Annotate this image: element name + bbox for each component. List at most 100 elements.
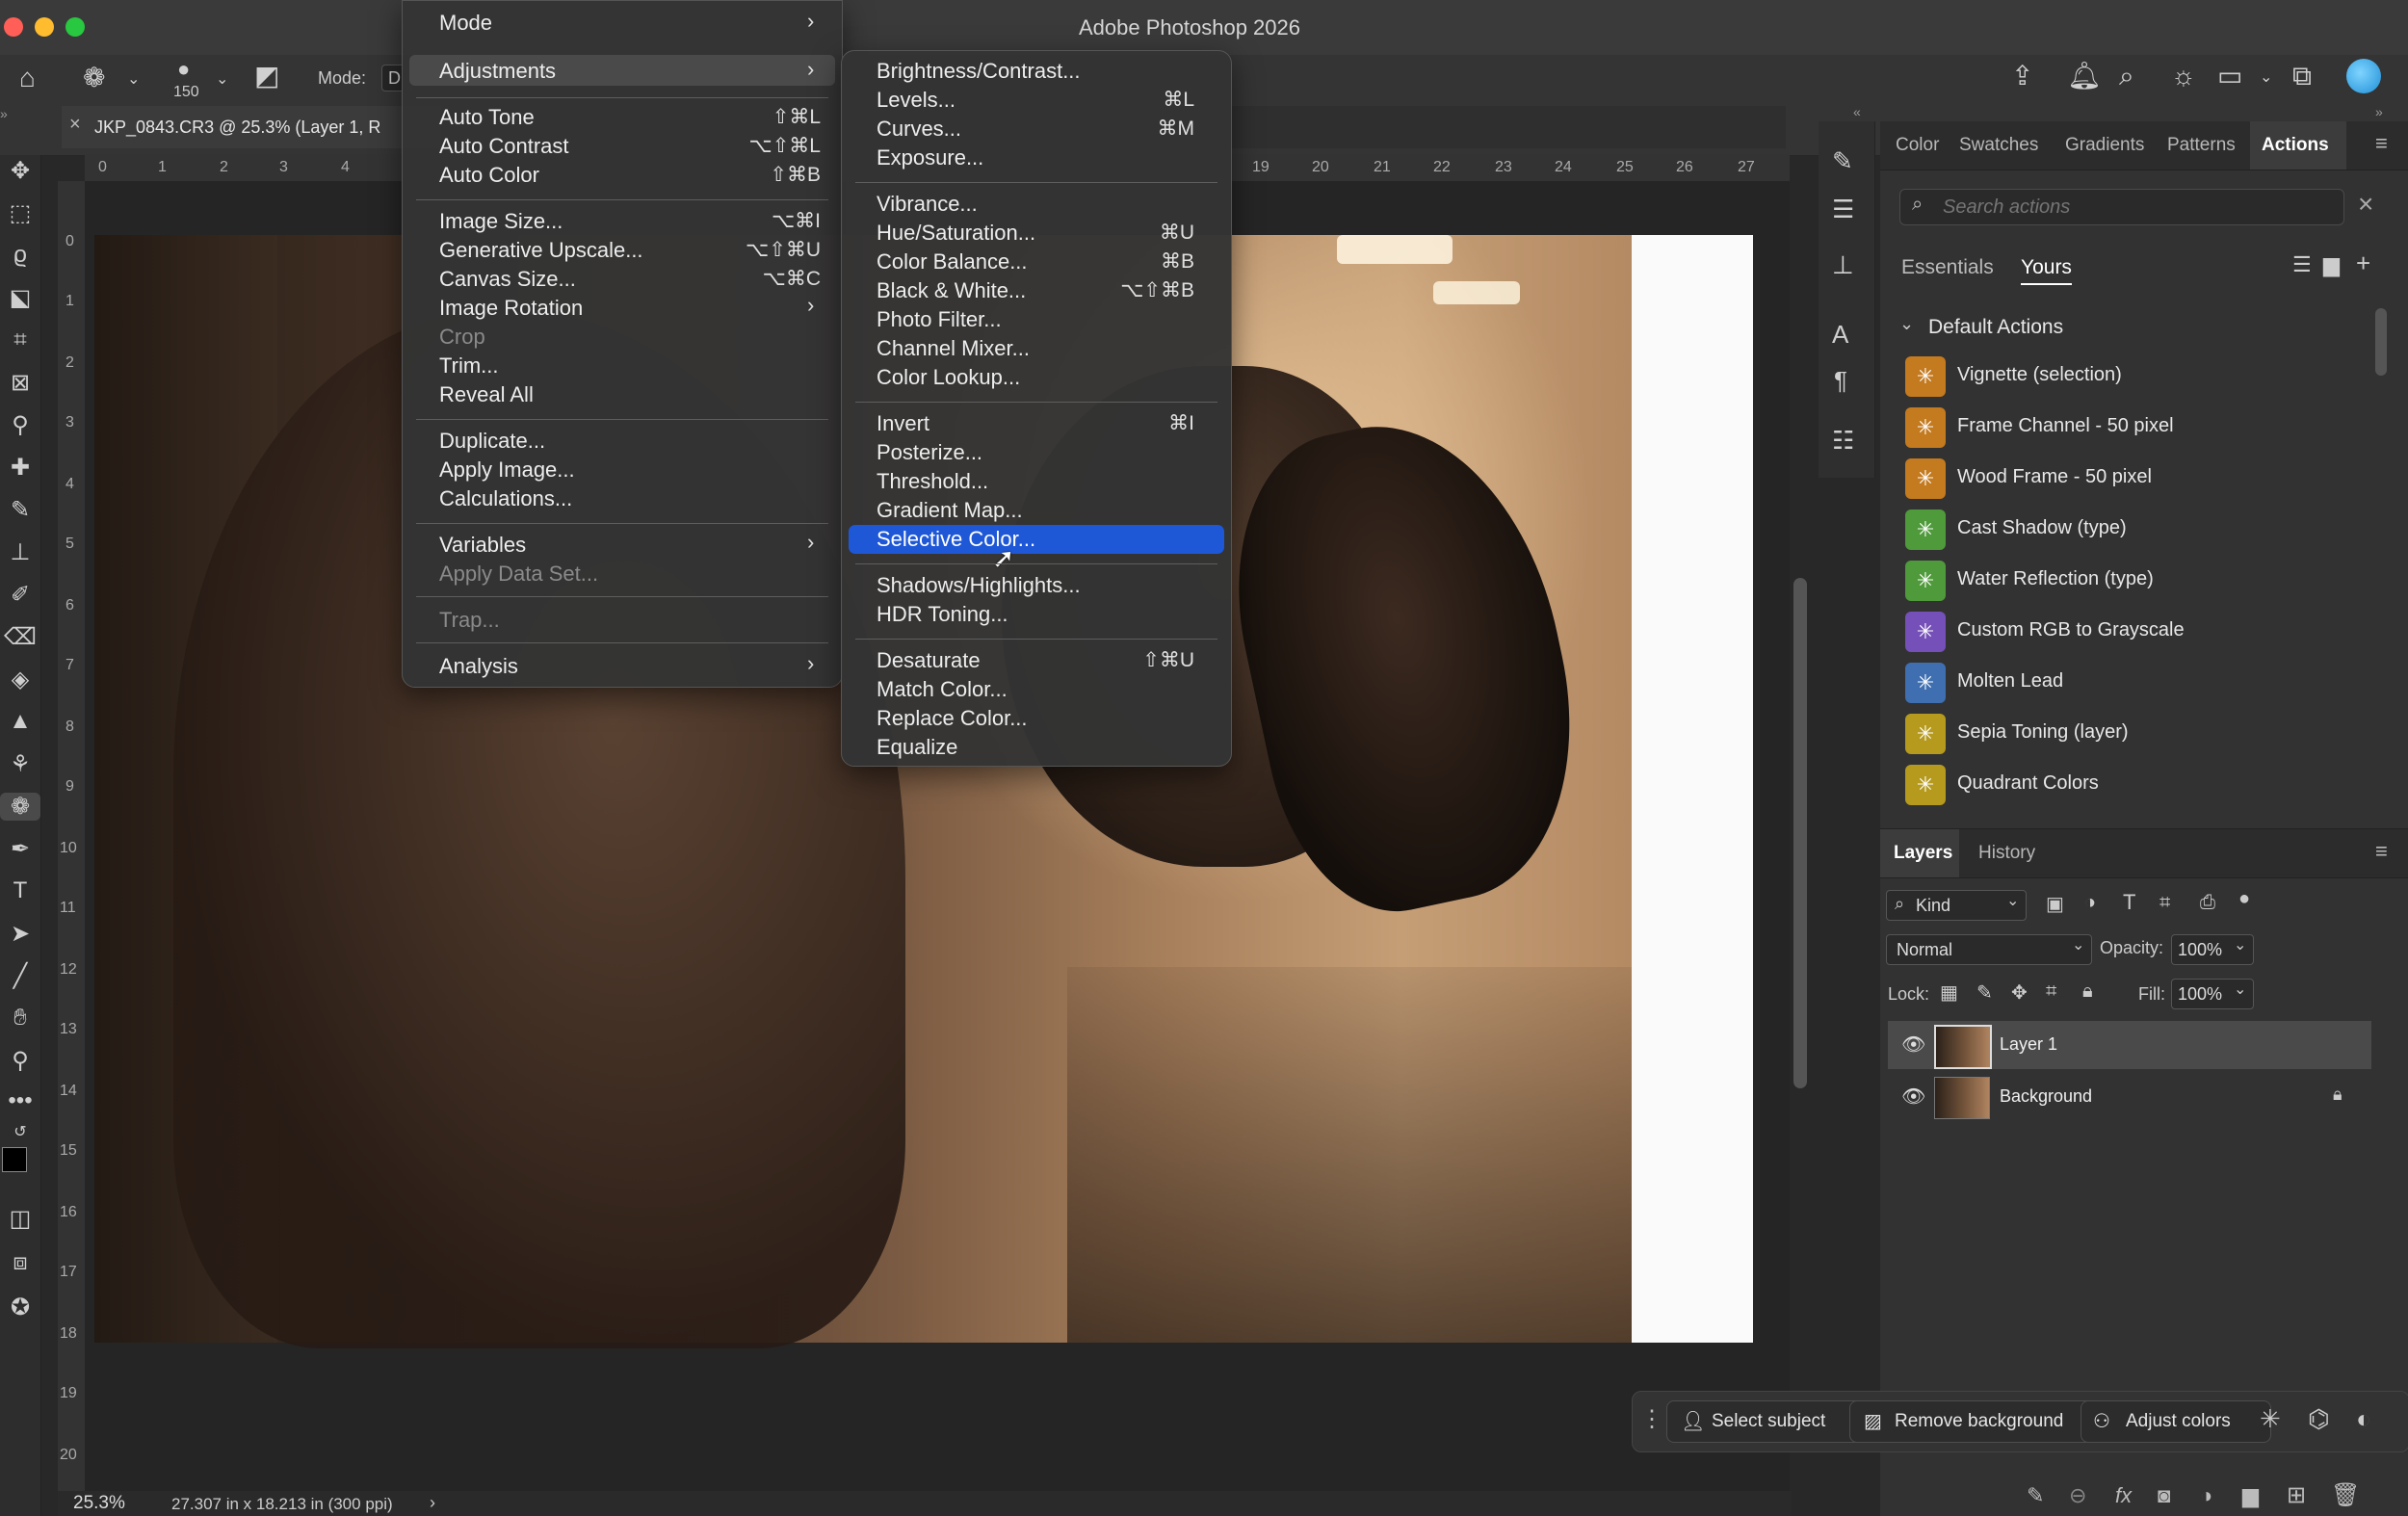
frame-tool-icon[interactable]: ⊠ — [0, 369, 40, 397]
character-panel-icon[interactable]: A — [1832, 322, 1848, 347]
panel-menu-icon[interactable]: ≡ — [2375, 131, 2388, 156]
lock-all-icon[interactable]: 🔒︎ — [2082, 980, 2093, 1003]
menu-item-duplicate[interactable]: Duplicate... — [439, 429, 545, 454]
generative-icon[interactable]: ✪ — [0, 1294, 40, 1321]
new-layer-icon[interactable]: ⊞ — [2287, 1481, 2306, 1509]
tab-layers[interactable]: Layers — [1894, 843, 1952, 864]
action-item[interactable]: ✳ Wood Frame - 50 pixel — [1905, 455, 2358, 503]
menu-item-color-balance[interactable]: Color Balance... — [877, 249, 1028, 274]
menu-item-hue-saturation[interactable]: Hue/Saturation... — [877, 221, 1035, 246]
menu-item-image-rotation[interactable]: Image Rotation — [439, 296, 583, 321]
menu-item-brightness-contrast[interactable]: Brightness/Contrast... — [877, 59, 1081, 84]
healing-brush-tool-icon[interactable]: ✚ — [0, 454, 40, 482]
foreground-color-swatch[interactable] — [2, 1147, 27, 1172]
lasso-tool-icon[interactable]: ϱ — [0, 242, 40, 269]
blend-mode-select[interactable]: Normal ⌄ — [1886, 934, 2092, 965]
more-tools-icon[interactable]: ••• — [0, 1087, 40, 1114]
link-layers-icon[interactable]: ⊖ — [2069, 1483, 2086, 1508]
menu-item-posterize[interactable]: Posterize... — [877, 440, 982, 465]
eye-icon[interactable]: 👁︎ — [1901, 1032, 1925, 1057]
generative-layer-icon[interactable]: ✎ — [2027, 1483, 2044, 1508]
document-tab[interactable]: JKP_0843.CR3 @ 25.3% (Layer 1, R — [62, 106, 441, 148]
brush-tool-icon[interactable]: ✎ — [0, 496, 40, 524]
hand-tool-icon[interactable]: ✋︎ — [0, 1005, 40, 1032]
lock-artboard-icon[interactable]: ⌗ — [2046, 980, 2056, 1003]
screen-mode-icon[interactable]: ⧈ — [0, 1249, 40, 1276]
action-item[interactable]: ✳ Molten Lead — [1905, 659, 2358, 707]
list-view-icon[interactable]: ☰ — [2292, 252, 2312, 277]
menu-item-match-color[interactable]: Match Color... — [877, 677, 1008, 702]
eraser-tool-icon[interactable]: ⌫ — [0, 623, 40, 651]
chevron-right-icon[interactable]: › — [430, 1493, 435, 1513]
drag-handle-icon[interactable]: ⋮ — [1640, 1405, 1663, 1433]
menu-item-shadows-highlights[interactable]: Shadows/Highlights... — [877, 573, 1081, 598]
search-actions-input[interactable] — [1941, 194, 2330, 221]
chevron-down-icon[interactable]: ⌄ — [216, 72, 228, 88]
adjust-colors-button[interactable]: ⚇ Adjust colors — [2081, 1400, 2271, 1443]
eyedropper-tool-icon[interactable]: ⚲ — [0, 411, 40, 439]
menu-item-desaturate[interactable]: Desaturate — [877, 648, 981, 673]
menu-item-curves[interactable]: Curves... — [877, 117, 961, 142]
tab-swatches[interactable]: Swatches — [1959, 135, 2038, 156]
menu-item-vibrance[interactable]: Vibrance... — [877, 192, 978, 217]
vertical-scrollbar[interactable] — [1793, 578, 1807, 1088]
opacity-field[interactable]: 100% ⌄ — [2171, 934, 2254, 965]
workspace-icon[interactable]: ▭ — [2217, 63, 2242, 90]
action-item[interactable]: ✳ Cast Shadow (type) — [1905, 506, 2358, 554]
generative-sparkle-icon[interactable]: ✳ — [2260, 1404, 2281, 1434]
path-selection-tool-icon[interactable]: ➤ — [0, 920, 40, 948]
paint-bucket-tool-icon[interactable]: ◈ — [0, 666, 40, 693]
select-subject-button[interactable]: 👤︎ Select subject — [1666, 1400, 1878, 1443]
move-tool-icon[interactable]: ✥ — [0, 157, 40, 185]
menu-item-hdr-toning[interactable]: HDR Toning... — [877, 602, 1008, 627]
clone-source-panel-icon[interactable]: ⊥ — [1832, 252, 1854, 277]
sponge-tool-preset-icon[interactable]: ❁ — [83, 65, 105, 91]
menu-item-adjustments[interactable]: Adjustments — [439, 59, 556, 84]
menu-item-calculations[interactable]: Calculations... — [439, 486, 572, 511]
tab-history[interactable]: History — [1978, 843, 2035, 864]
trash-icon[interactable]: 🗑︎ — [2331, 1481, 2360, 1509]
filter-toggle-icon[interactable]: ● — [2238, 888, 2250, 910]
brush-settings-panel-icon[interactable]: ✎ — [1832, 148, 1853, 173]
action-item[interactable]: ✳ Sepia Toning (layer) — [1905, 710, 2358, 758]
subtab-essentials[interactable]: Essentials — [1901, 256, 1994, 279]
close-window-button[interactable] — [4, 17, 23, 37]
menu-item-analysis[interactable]: Analysis — [439, 654, 518, 679]
lock-image-pixels-icon[interactable]: ✎ — [1976, 980, 1993, 1005]
new-set-folder-icon[interactable]: ▆ — [2323, 252, 2340, 277]
search-icon[interactable]: ⌕ — [2119, 63, 2134, 90]
menu-item-mode[interactable]: Mode — [439, 11, 492, 36]
menu-item-exposure[interactable]: Exposure... — [877, 145, 983, 170]
actions-search-box[interactable]: ⌕ — [1899, 189, 2344, 225]
action-item[interactable]: ✳ Quadrant Colors — [1905, 761, 2358, 809]
plugins-icon[interactable]: ⧉ — [2292, 63, 2312, 90]
brush-preview-icon[interactable]: ● — [177, 59, 190, 80]
menu-item-image-size[interactable]: Image Size... — [439, 209, 563, 234]
menu-item-gradient-map[interactable]: Gradient Map... — [877, 498, 1023, 523]
lightbulb-icon[interactable]: ☼ — [2171, 63, 2196, 90]
close-tab-icon[interactable]: × — [69, 114, 81, 136]
brush-settings-icon[interactable]: ◩ — [254, 63, 279, 90]
tab-color[interactable]: Color — [1896, 135, 1939, 156]
menu-item-variables[interactable]: Variables — [439, 533, 526, 558]
menu-item-levels[interactable]: Levels... — [877, 88, 955, 113]
menu-item-invert[interactable]: Invert — [877, 411, 929, 436]
chevron-down-icon[interactable]: ⌄ — [2260, 70, 2272, 86]
layer-row[interactable]: 👁︎ Layer 1 — [1888, 1021, 2371, 1069]
subtab-yours[interactable]: Yours — [2021, 256, 2072, 285]
collapse-toolbar-icon[interactable]: » — [0, 106, 8, 121]
panel-menu-icon[interactable]: ≡ — [2375, 839, 2388, 864]
add-action-icon[interactable]: + — [2356, 248, 2370, 278]
filter-type-icon[interactable]: T — [2123, 890, 2135, 915]
sponge-tool-icon[interactable]: ❁ — [0, 793, 40, 821]
dodge-tool-icon[interactable]: ⚘ — [0, 750, 40, 778]
tab-actions[interactable]: Actions — [2262, 135, 2329, 156]
object-selection-tool-icon[interactable]: ⬕ — [0, 284, 40, 312]
line-tool-icon[interactable]: ╱ — [0, 962, 40, 990]
menu-item-auto-contrast[interactable]: Auto Contrast — [439, 134, 569, 159]
collapse-panel-icon[interactable]: « — [1853, 104, 1861, 119]
minimize-window-button[interactable] — [35, 17, 54, 37]
layer-style-fx-icon[interactable]: fx — [2115, 1483, 2132, 1508]
new-group-icon[interactable]: ▆ — [2242, 1483, 2259, 1508]
tab-patterns[interactable]: Patterns — [2167, 135, 2236, 156]
